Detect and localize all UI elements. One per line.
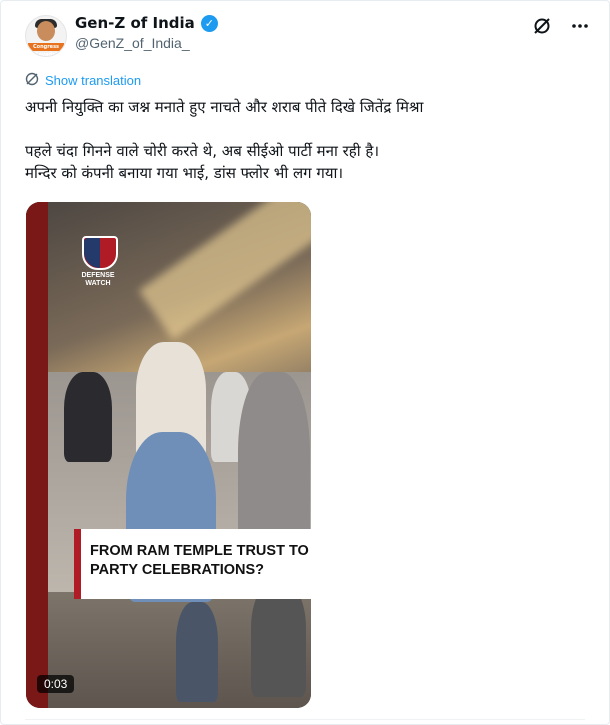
divider: [25, 719, 585, 720]
display-name[interactable]: Gen-Z of India: [75, 14, 195, 32]
translate-icon: [25, 72, 39, 89]
show-translation-label: Show translation: [45, 73, 142, 88]
author-name-row: Gen-Z of India ✓: [75, 14, 218, 32]
defense-watch-logo: DEFENSE WATCH: [78, 236, 118, 288]
grok-icon[interactable]: [531, 15, 553, 37]
show-translation-link[interactable]: Show translation: [25, 72, 141, 89]
video-scene: [64, 372, 112, 462]
more-icon[interactable]: [569, 15, 591, 37]
avatar[interactable]: Congress Sevadal: [25, 15, 67, 57]
avatar-label: Congress Sevadal: [28, 43, 64, 56]
tweet-actions-top: [531, 15, 591, 37]
video-side-bar: [26, 202, 48, 708]
video-player[interactable]: DEFENSE WATCH FROM RAM TEMPLE TRUST TO P…: [26, 202, 311, 708]
verified-badge-icon: ✓: [200, 14, 218, 32]
author-handle[interactable]: @GenZ_of_India_: [75, 35, 190, 51]
video-caption: FROM RAM TEMPLE TRUST TO PARTY CELEBRATI…: [90, 543, 309, 578]
tweet-card: Congress Sevadal Gen-Z of India ✓ @GenZ_…: [0, 0, 610, 725]
video-timecode: 0:03: [37, 675, 75, 693]
tweet-text: अपनी नियुक्ति का जश्न मनाते हुए नाचते और…: [25, 98, 424, 182]
video-caption-box: FROM RAM TEMPLE TRUST TO PARTY CELEBRATI…: [74, 529, 311, 599]
